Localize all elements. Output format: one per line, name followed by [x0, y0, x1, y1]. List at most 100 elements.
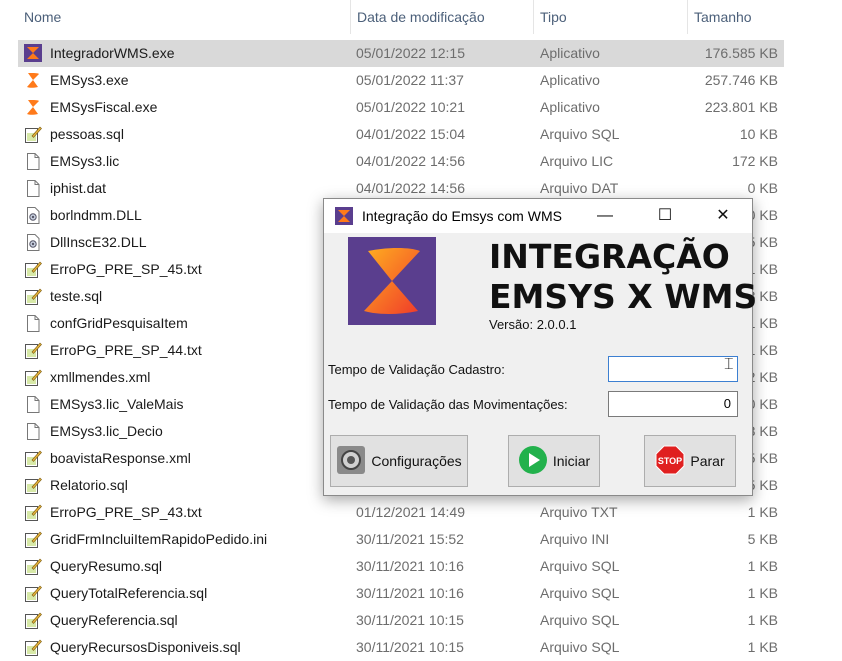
file-date: 04/01/2022 14:56	[356, 153, 465, 169]
column-header-date[interactable]: Data de modificação	[350, 0, 532, 34]
edit-file-icon	[24, 368, 42, 387]
file-row[interactable]: EMSys3.lic 04/01/2022 14:56 Arquivo LIC 172…	[18, 148, 784, 175]
file-type: Aplicativo	[540, 45, 600, 61]
integration-dialog: Integração do Emsys com WMS — ☐ ✕ INTEGR…	[323, 198, 757, 496]
app-emsys-icon	[24, 71, 42, 90]
heading-line2: EMSYS X WMS	[489, 277, 758, 316]
app-integrador-icon	[335, 207, 353, 225]
file-row[interactable]: QueryTotalReferencia.sql 30/11/2021 10:16…	[18, 580, 784, 607]
file-row[interactable]: EMSys3.exe 05/01/2022 11:37 Aplicativo 257.…	[18, 67, 784, 94]
edit-file-icon	[24, 557, 42, 576]
file-name: IntegradorWMS.exe	[50, 45, 175, 61]
edit-file-icon	[24, 449, 42, 468]
cadastro-input[interactable]	[608, 356, 738, 382]
blank-file-icon	[24, 179, 42, 198]
blank-file-icon	[24, 395, 42, 414]
file-type: Arquivo SQL	[540, 558, 620, 574]
play-icon	[518, 445, 548, 478]
file-name: iphist.dat	[50, 180, 107, 196]
file-name: EMSys3.lic	[50, 153, 120, 169]
file-name: borlndmm.DLL	[50, 207, 142, 223]
file-name: QueryRecursosDisponiveis.sql	[50, 639, 241, 655]
file-size: 1 KB	[747, 558, 778, 574]
file-type: Arquivo SQL	[540, 612, 620, 628]
file-type: Aplicativo	[540, 99, 600, 115]
file-date: 30/11/2021 10:15	[356, 612, 464, 628]
minimize-icon[interactable]: —	[582, 199, 628, 233]
file-size: 1 KB	[747, 585, 778, 601]
file-row[interactable]: GridFrmIncluiItemRapidoPedido.ini 30/11/2…	[18, 526, 784, 553]
file-name: QueryResumo.sql	[50, 558, 163, 574]
column-header-name[interactable]: Nome	[18, 0, 350, 34]
file-name: EMSys3.lic_Decio	[50, 423, 163, 439]
file-size: 1 KB	[747, 504, 778, 520]
file-size: 223.801 KB	[704, 99, 778, 115]
file-name: QueryTotalReferencia.sql	[50, 585, 208, 601]
iniciar-label: Iniciar	[552, 453, 591, 469]
close-icon[interactable]: ✕	[700, 199, 746, 233]
app-emsys-icon	[24, 98, 42, 117]
file-date: 30/11/2021 10:16	[356, 585, 464, 601]
svg-text:STOP: STOP	[658, 456, 682, 466]
file-row[interactable]: ErroPG_PRE_SP_43.txt 01/12/2021 14:49 Arqu…	[18, 499, 784, 526]
file-name: EMSysFiscal.exe	[50, 99, 158, 115]
dialog-title: Integração do Emsys com WMS	[362, 208, 562, 224]
file-type: Arquivo SQL	[540, 639, 620, 655]
column-header-size[interactable]: Tamanho	[687, 0, 787, 34]
iniciar-button[interactable]: Iniciar	[508, 435, 600, 487]
file-type: Arquivo INI	[540, 531, 610, 547]
file-name: Relatorio.sql	[50, 477, 128, 493]
file-size: 5 KB	[747, 531, 778, 547]
file-type: Arquivo SQL	[540, 126, 620, 142]
file-date: 05/01/2022 11:37	[356, 72, 464, 88]
dll-file-icon	[24, 233, 42, 252]
app-logo	[348, 237, 436, 325]
dialog-titlebar[interactable]: Integração do Emsys com WMS — ☐ ✕	[324, 199, 752, 233]
file-name: confGridPesquisaItem	[50, 315, 188, 331]
file-row[interactable]: pessoas.sql 04/01/2022 15:04 Arquivo SQL 10…	[18, 121, 784, 148]
cadastro-label: Tempo de Validação Cadastro:	[328, 362, 505, 377]
file-size: 10 KB	[739, 126, 778, 142]
file-name: EMSys3.lic_ValeMais	[50, 396, 184, 412]
edit-file-icon	[24, 125, 42, 144]
file-size: 257.746 KB	[704, 72, 778, 88]
file-row[interactable]: EMSysFiscal.exe 05/01/2022 10:21 Aplicativ…	[18, 94, 784, 121]
file-date: 05/01/2022 10:21	[356, 99, 465, 115]
file-name: ErroPG_PRE_SP_44.txt	[50, 342, 202, 358]
edit-file-icon	[24, 638, 42, 657]
file-row[interactable]: QueryResumo.sql 30/11/2021 10:16 Arquivo S…	[18, 553, 784, 580]
file-type: Arquivo SQL	[540, 585, 620, 601]
movimentacoes-input[interactable]: 0	[608, 391, 738, 417]
column-header-bar: ˇ Nome Data de modificação Tipo Tamanho	[0, 0, 790, 34]
blank-file-icon	[24, 422, 42, 441]
configuracoes-label: Configurações	[371, 453, 462, 469]
file-type: Arquivo LIC	[540, 153, 614, 169]
file-name: boavistaResponse.xml	[50, 450, 191, 466]
configuracoes-button[interactable]: Configurações	[330, 435, 468, 487]
edit-file-icon	[24, 476, 42, 495]
heading-line1: INTEGRAÇÃO	[489, 237, 730, 276]
file-name: teste.sql	[50, 288, 103, 304]
stop-sign-icon: STOP	[655, 445, 685, 478]
file-type: Aplicativo	[540, 72, 600, 88]
file-date: 04/01/2022 15:04	[356, 126, 465, 142]
maximize-icon[interactable]: ☐	[642, 199, 688, 233]
file-name: xmllmendes.xml	[50, 369, 151, 385]
edit-file-icon	[24, 287, 42, 306]
dll-file-icon	[24, 206, 42, 225]
file-name: ErroPG_PRE_SP_43.txt	[50, 504, 202, 520]
file-date: 30/11/2021 15:52	[356, 531, 464, 547]
gear-icon	[336, 445, 366, 478]
edit-file-icon	[24, 341, 42, 360]
parar-button[interactable]: STOP Parar	[644, 435, 736, 487]
file-row[interactable]: QueryReferencia.sql 30/11/2021 10:15 Arqui…	[18, 607, 784, 634]
file-date: 01/12/2021 14:49	[356, 504, 465, 520]
file-date: 30/11/2021 10:16	[356, 558, 464, 574]
file-size: 176.585 KB	[704, 45, 778, 61]
column-header-type[interactable]: Tipo	[533, 0, 685, 34]
file-row[interactable]: IntegradorWMS.exe 05/01/2022 12:15 Aplicat…	[18, 40, 784, 67]
file-row[interactable]: QueryRecursosDisponiveis.sql 30/11/2021 1…	[18, 634, 784, 661]
file-type: Arquivo TXT	[540, 504, 618, 520]
edit-file-icon	[24, 611, 42, 630]
app-integrador-icon	[24, 44, 42, 63]
